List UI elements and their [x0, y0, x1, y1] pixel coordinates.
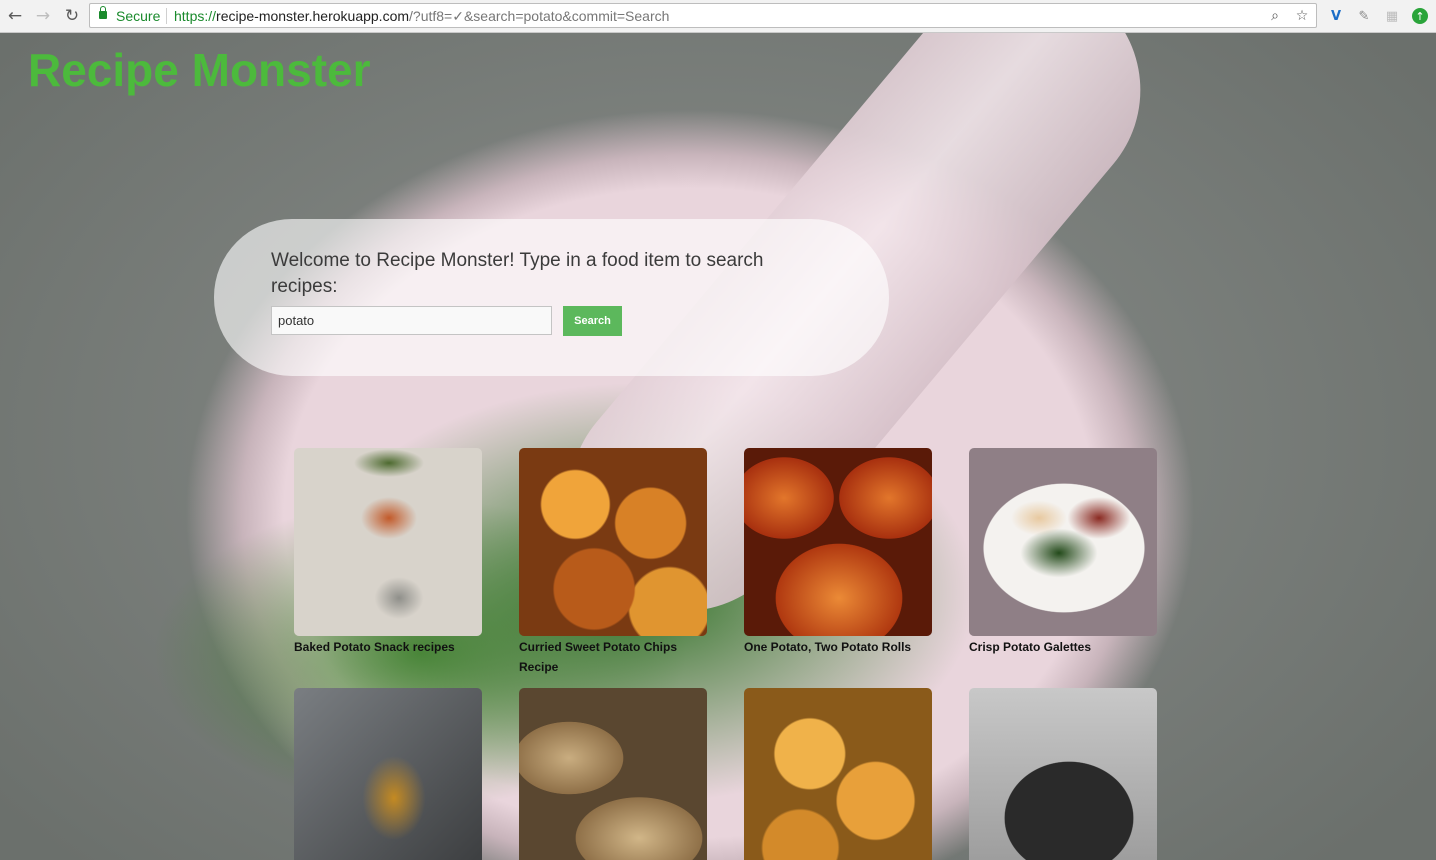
browser-toolbar: ← → ↻ Secure https://recipe-monster.hero… [0, 0, 1436, 33]
recipe-image[interactable] [294, 448, 482, 636]
url-scheme: https:// [174, 8, 217, 24]
recipe-title[interactable]: Curried Sweet Potato Chips Recipe [519, 637, 707, 677]
extension-grid-icon[interactable]: ▦ [1383, 7, 1401, 25]
search-button[interactable]: Search [563, 306, 622, 336]
welcome-text: Welcome to Recipe Monster! Type in a foo… [271, 250, 764, 297]
url-host: recipe-monster.herokuapp.com [216, 8, 410, 24]
reload-icon[interactable]: ↻ [61, 5, 83, 27]
recipe-card[interactable] [969, 688, 1157, 860]
recipe-card[interactable]: Curried Sweet Potato Chips Recipe [519, 448, 707, 677]
forward-arrow-icon[interactable]: → [32, 5, 54, 27]
recipe-image[interactable] [519, 688, 707, 860]
address-divider [166, 8, 167, 24]
site-title[interactable]: Recipe Monster [28, 43, 371, 97]
url-path: /?utf8=✓&search=potato&commit=Search [409, 8, 670, 24]
recipe-image[interactable] [744, 688, 932, 860]
page-background: Recipe Monster Welcome to Recipe Monster… [0, 33, 1436, 860]
recipe-image[interactable] [519, 448, 707, 636]
recipe-image[interactable] [969, 688, 1157, 860]
extension-v-icon[interactable]: V [1327, 7, 1345, 25]
recipe-card[interactable]: Crisp Potato Galettes [969, 448, 1157, 657]
recipe-title[interactable]: Baked Potato Snack recipes [294, 637, 482, 657]
recipe-card[interactable] [294, 688, 482, 860]
search-panel: Welcome to Recipe Monster! Type in a foo… [214, 219, 889, 376]
recipe-card[interactable]: Baked Potato Snack recipes [294, 448, 482, 657]
bookmark-star-icon[interactable]: ☆ [1293, 7, 1311, 25]
recipe-image[interactable] [294, 688, 482, 860]
recipe-title[interactable]: Crisp Potato Galettes [969, 637, 1157, 657]
recipe-image[interactable] [744, 448, 932, 636]
search-input[interactable] [271, 306, 552, 335]
url-text[interactable]: https://recipe-monster.herokuapp.com/?ut… [174, 8, 669, 25]
recipe-title[interactable]: One Potato, Two Potato Rolls [744, 637, 932, 657]
lock-icon [99, 6, 107, 19]
secure-label: Secure [116, 8, 161, 24]
back-arrow-icon[interactable]: ← [4, 5, 26, 27]
eyedropper-icon[interactable]: ✎ [1355, 7, 1373, 25]
recipe-card[interactable]: One Potato, Two Potato Rolls [744, 448, 932, 657]
address-bar[interactable]: Secure https://recipe-monster.herokuapp.… [89, 3, 1317, 28]
update-arrow-icon[interactable]: ↑ [1412, 8, 1428, 24]
zoom-icon[interactable]: ⌕ [1266, 7, 1284, 25]
recipe-card[interactable] [744, 688, 932, 860]
recipe-image[interactable] [969, 448, 1157, 636]
recipe-card[interactable] [519, 688, 707, 860]
